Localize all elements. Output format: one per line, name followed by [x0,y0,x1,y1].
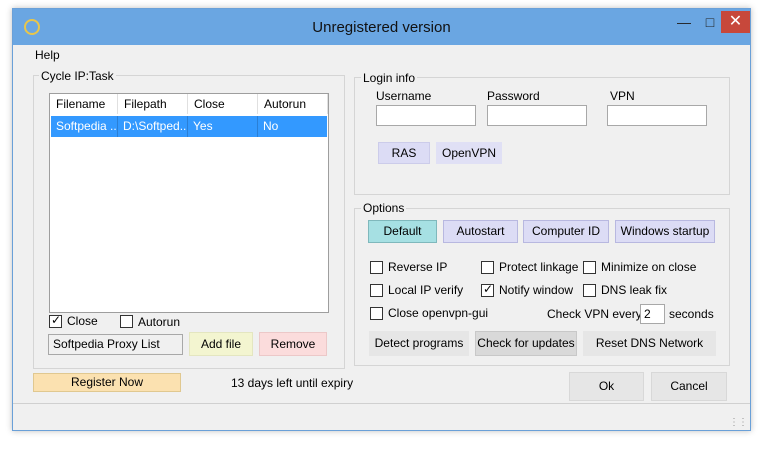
autorun-checkbox[interactable] [120,315,133,328]
table-row[interactable]: Softpedia ... D:\Softped... Yes No [51,116,327,137]
profile-name-field[interactable]: Softpedia Proxy List [48,334,183,355]
cell-autorun: No [263,119,279,133]
reverse-ip-checkbox[interactable] [370,261,383,274]
protect-linkage-checkbox[interactable] [481,261,494,274]
status-bar: ⋮⋮ [13,403,750,430]
close-icon[interactable]: ✕ [721,11,750,33]
check-mark-icon: ✓ [51,313,62,327]
detect-programs-button[interactable]: Detect programs [369,331,469,356]
local-ip-verify-label: Local IP verify [388,283,464,297]
minimize-on-close-checkbox[interactable] [583,261,596,274]
title-bar: Unregistered version — □ ✕ [13,9,750,45]
cycle-ip-group-label: Cycle IP:Task [39,69,116,83]
username-label: Username [376,89,432,103]
autostart-button[interactable]: Autostart [443,220,518,243]
check-vpn-interval-input[interactable] [640,304,665,324]
cell-filename: Softpedia ... [51,116,118,137]
register-now-button[interactable]: Register Now [33,373,181,392]
password-label: Password [487,89,540,103]
check-for-updates-button[interactable]: Check for updates [475,331,577,356]
window-title: Unregistered version [312,19,451,36]
check-vpn-every-label: Check VPN every [547,307,642,321]
computer-id-button[interactable]: Computer ID [523,220,609,243]
windows-startup-button[interactable]: Windows startup [615,220,715,243]
expiry-text: 13 days left until expiry [231,376,354,390]
check-mark-icon: ✓ [483,282,494,296]
local-ip-verify-checkbox[interactable] [370,284,383,297]
default-button[interactable]: Default [368,220,437,243]
reverse-ip-label: Reverse IP [388,260,448,274]
dns-leak-fix-label: DNS leak fix [601,283,668,297]
ok-button[interactable]: Ok [569,372,644,401]
close-openvpn-gui-label: Close openvpn-gui [388,306,489,320]
protect-linkage-label: Protect linkage [499,260,579,274]
main-window: Unregistered version — □ ✕ Help Cycle IP… [12,8,751,431]
column-header-autorun[interactable]: Autorun [258,94,328,114]
resize-grip-icon[interactable]: ⋮⋮ [729,417,748,428]
cell-filepath: D:\Softped... [118,116,188,137]
ras-button[interactable]: RAS [378,142,430,164]
seconds-label: seconds [669,307,714,321]
minimize-on-close-label: Minimize on close [601,260,697,274]
menu-help[interactable]: Help [35,48,60,62]
password-input[interactable] [487,105,587,126]
close-checkbox-label: Close [67,314,98,328]
column-header-close[interactable]: Close [188,94,258,114]
username-input[interactable] [376,105,476,126]
column-header-filepath[interactable]: Filepath [118,94,188,114]
cancel-button[interactable]: Cancel [651,372,727,401]
remove-button[interactable]: Remove [259,332,327,356]
close-checkbox[interactable]: ✓ [49,313,62,328]
column-header-filename[interactable]: Filename [50,94,118,114]
autorun-checkbox-label: Autorun [138,315,181,329]
task-list[interactable]: Filename Filepath Close Autorun Softpedi… [49,93,329,313]
dns-leak-fix-checkbox[interactable] [583,284,596,297]
vpn-input[interactable] [607,105,707,126]
minimize-icon[interactable]: — [671,13,697,33]
vpn-label: VPN [610,89,635,103]
login-info-group-label: Login info [361,71,418,85]
add-file-button[interactable]: Add file [189,332,253,356]
options-group-label: Options [361,201,407,215]
notify-window-label: Notify window [499,283,574,297]
reset-dns-network-button[interactable]: Reset DNS Network [583,331,716,356]
cell-close: Yes [188,116,258,137]
maximize-icon[interactable]: □ [697,13,723,33]
openvpn-button[interactable]: OpenVPN [436,142,502,164]
close-openvpn-gui-checkbox[interactable] [370,307,383,320]
menu-bar: Help [13,45,750,65]
notify-window-checkbox[interactable]: ✓ [481,282,494,297]
